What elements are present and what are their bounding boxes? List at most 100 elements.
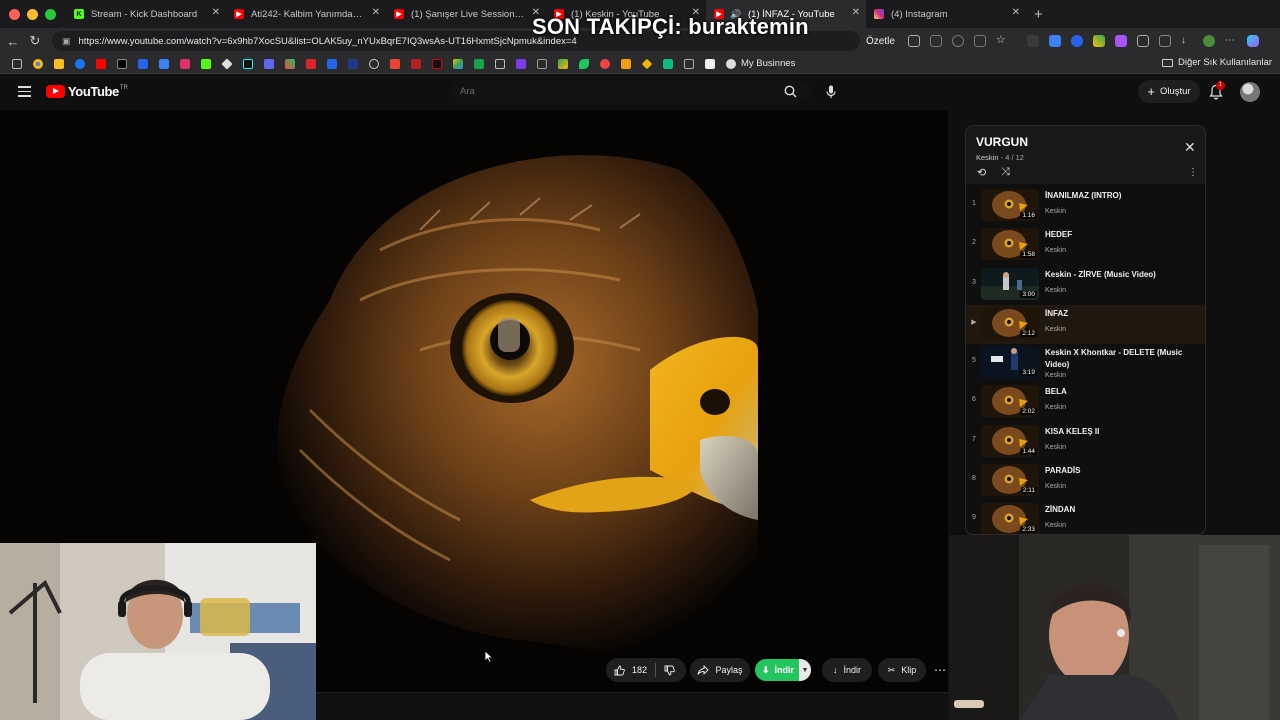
bookmark-globe-icon[interactable]: [368, 58, 379, 69]
download-extension-main[interactable]: ⬇ İndir: [755, 665, 799, 676]
notifications-button[interactable]: 1: [1209, 81, 1225, 100]
zoom-icon[interactable]: [951, 35, 964, 47]
playlist-item[interactable]: 5 3:19 Keskin X Khontkar - DELETE (Music…: [966, 344, 1205, 383]
playlist-artist[interactable]: Keskin: [976, 153, 999, 162]
extension-blue-icon[interactable]: [1048, 35, 1061, 47]
bookmark-yellow-icon[interactable]: [53, 58, 64, 69]
tab-saniser[interactable]: ▶ (1) Şanışer Live Sessions - Çan… ✕: [386, 0, 546, 28]
youtube-logo[interactable]: YouTube TR: [46, 84, 128, 99]
dislike-button[interactable]: [664, 665, 675, 676]
avatar[interactable]: [1240, 82, 1260, 102]
bookmark-bars-icon[interactable]: [683, 58, 694, 69]
search-button[interactable]: [770, 80, 810, 103]
new-tab-button[interactable]: +: [1026, 6, 1043, 23]
bookmark-orange-icon[interactable]: [620, 58, 631, 69]
bookmark-binance-icon[interactable]: [641, 58, 652, 69]
bookmark-y-icon[interactable]: [305, 58, 316, 69]
translate-icon[interactable]: [907, 35, 920, 47]
bookmark-kick-icon[interactable]: [200, 58, 211, 69]
playlist-item[interactable]: 6 2:02 BELA Keskin: [966, 383, 1205, 422]
menu-dots-icon[interactable]: ⋯: [1225, 35, 1237, 47]
extension-shield-icon[interactable]: [1070, 35, 1083, 47]
bookmark-facebook-icon[interactable]: [74, 58, 85, 69]
playlist-item[interactable]: 7 1:44 KISA KELEŞ II Keskin: [966, 423, 1205, 462]
more-vertical-icon[interactable]: ⋮: [1188, 167, 1198, 178]
search-input[interactable]: Ara: [450, 80, 770, 103]
bookmark-arrow-icon[interactable]: [326, 58, 337, 69]
bookmark-green2-icon[interactable]: [662, 58, 673, 69]
playlist-title[interactable]: VURGUN: [976, 135, 1028, 149]
maximize-window-button[interactable]: [45, 8, 56, 20]
bookmark-youtube-icon[interactable]: [95, 58, 106, 69]
profile-icon[interactable]: [1202, 35, 1215, 47]
playlist-item-current[interactable]: ▶ 2:12 İNFAZ Keskin: [966, 304, 1205, 345]
bookmark-grid-icon[interactable]: [263, 58, 274, 69]
favorite-star-icon[interactable]: ☆: [996, 35, 1008, 47]
bookmark-drive-icon[interactable]: [452, 58, 463, 69]
bookmark-folder2-icon[interactable]: [494, 58, 505, 69]
share-button[interactable]: Paylaş: [690, 658, 750, 682]
reload-icon[interactable]: ↻: [24, 33, 46, 49]
bookmark-purple-icon[interactable]: [515, 58, 526, 69]
loop-icon[interactable]: ⟲: [977, 166, 986, 179]
playlist-item[interactable]: 8 2:11 PARADİS Keskin: [966, 462, 1205, 501]
bookmark-leaf-icon[interactable]: [578, 58, 589, 69]
bookmark-my-business[interactable]: My Businnes: [726, 58, 795, 69]
bookmark-tiktok-icon[interactable]: [242, 58, 253, 69]
bookmark-x-icon[interactable]: [116, 58, 127, 69]
site-info-icon[interactable]: ▣: [62, 36, 71, 47]
like-count: 182: [632, 665, 648, 675]
extension-color-icon[interactable]: [1092, 35, 1105, 47]
favorites-icon[interactable]: [1158, 35, 1171, 47]
extension-purple-icon[interactable]: [1114, 35, 1127, 47]
other-favorites[interactable]: Diğer Sık Kullanılanlar: [1162, 57, 1272, 68]
bookmark-diamond-icon[interactable]: [220, 57, 233, 70]
download-button[interactable]: ↓ İndir: [822, 658, 872, 682]
bookmark-folder-icon[interactable]: [11, 58, 22, 69]
back-arrow-icon[interactable]: ←: [2, 34, 24, 49]
close-icon[interactable]: ✕: [1184, 139, 1196, 156]
pen-extension-icon[interactable]: [1026, 35, 1039, 47]
downloads-icon[interactable]: ↓: [1181, 35, 1193, 47]
close-tab-icon[interactable]: ✕: [212, 7, 220, 18]
menu-icon[interactable]: [18, 86, 31, 100]
playlist-item[interactable]: 3 3:00 Keskin - ZİRVE (Music Video) Kesk…: [966, 266, 1205, 305]
bookmark-square-icon[interactable]: [536, 58, 547, 69]
bookmark-red2-icon[interactable]: [599, 58, 610, 69]
tab-ati242[interactable]: ▶ Ati242- Kalbim Yanımda (Offici… ✕: [226, 0, 386, 28]
bookmark-dark-icon[interactable]: [431, 58, 442, 69]
bookmark-calendar-icon[interactable]: [704, 58, 715, 69]
read-aloud-icon[interactable]: [973, 35, 986, 47]
close-window-button[interactable]: [9, 8, 20, 20]
bookmark-blue-icon[interactable]: [137, 58, 148, 69]
shuffle-icon[interactable]: ⤨: [1001, 166, 1010, 179]
minimize-window-button[interactable]: [27, 8, 38, 20]
playlist-item[interactable]: 9 2:33 ZİNDAN Keskin: [966, 501, 1205, 534]
clip-button[interactable]: ✂ Klip: [878, 658, 926, 682]
close-tab-icon[interactable]: ✕: [372, 7, 380, 18]
playlist-item[interactable]: 2 1:58 HEDEF Keskin: [966, 226, 1205, 265]
bookmark-green-icon[interactable]: [473, 58, 484, 69]
summarize-button[interactable]: Özetle: [866, 36, 895, 47]
tab-instagram[interactable]: (4) Instagram ✕: [866, 0, 1026, 28]
bookmark-mail-icon[interactable]: [389, 58, 400, 69]
close-tab-icon[interactable]: ✕: [852, 7, 860, 18]
bookmark-blue2-icon[interactable]: [158, 58, 169, 69]
bookmark-gdrive-icon[interactable]: [557, 58, 568, 69]
close-tab-icon[interactable]: ✕: [1012, 7, 1020, 18]
bookmark-flag-icon[interactable]: [347, 58, 358, 69]
playlist-item[interactable]: 1 1:16 İNANILMAZ (INTRO) Keskin: [966, 187, 1205, 226]
bookmark-multi-icon[interactable]: [284, 58, 295, 69]
bookmark-red-icon[interactable]: [410, 58, 421, 69]
create-button[interactable]: + Oluştur: [1138, 80, 1200, 103]
voice-search-button[interactable]: [820, 81, 841, 102]
split-screen-icon[interactable]: [929, 35, 942, 47]
like-button[interactable]: 182: [606, 665, 647, 676]
extensions-puzzle-icon[interactable]: [1136, 35, 1149, 47]
bookmark-chrome-icon[interactable]: [32, 58, 43, 69]
tab-kick-dashboard[interactable]: K Stream - Kick Dashboard ✕: [66, 0, 226, 28]
bookmark-instagram-icon[interactable]: [179, 58, 190, 69]
more-actions-button[interactable]: ⋯: [930, 658, 950, 682]
download-extension-button[interactable]: ⬇ İndir ▼: [755, 659, 811, 681]
copilot-icon[interactable]: [1246, 35, 1259, 47]
